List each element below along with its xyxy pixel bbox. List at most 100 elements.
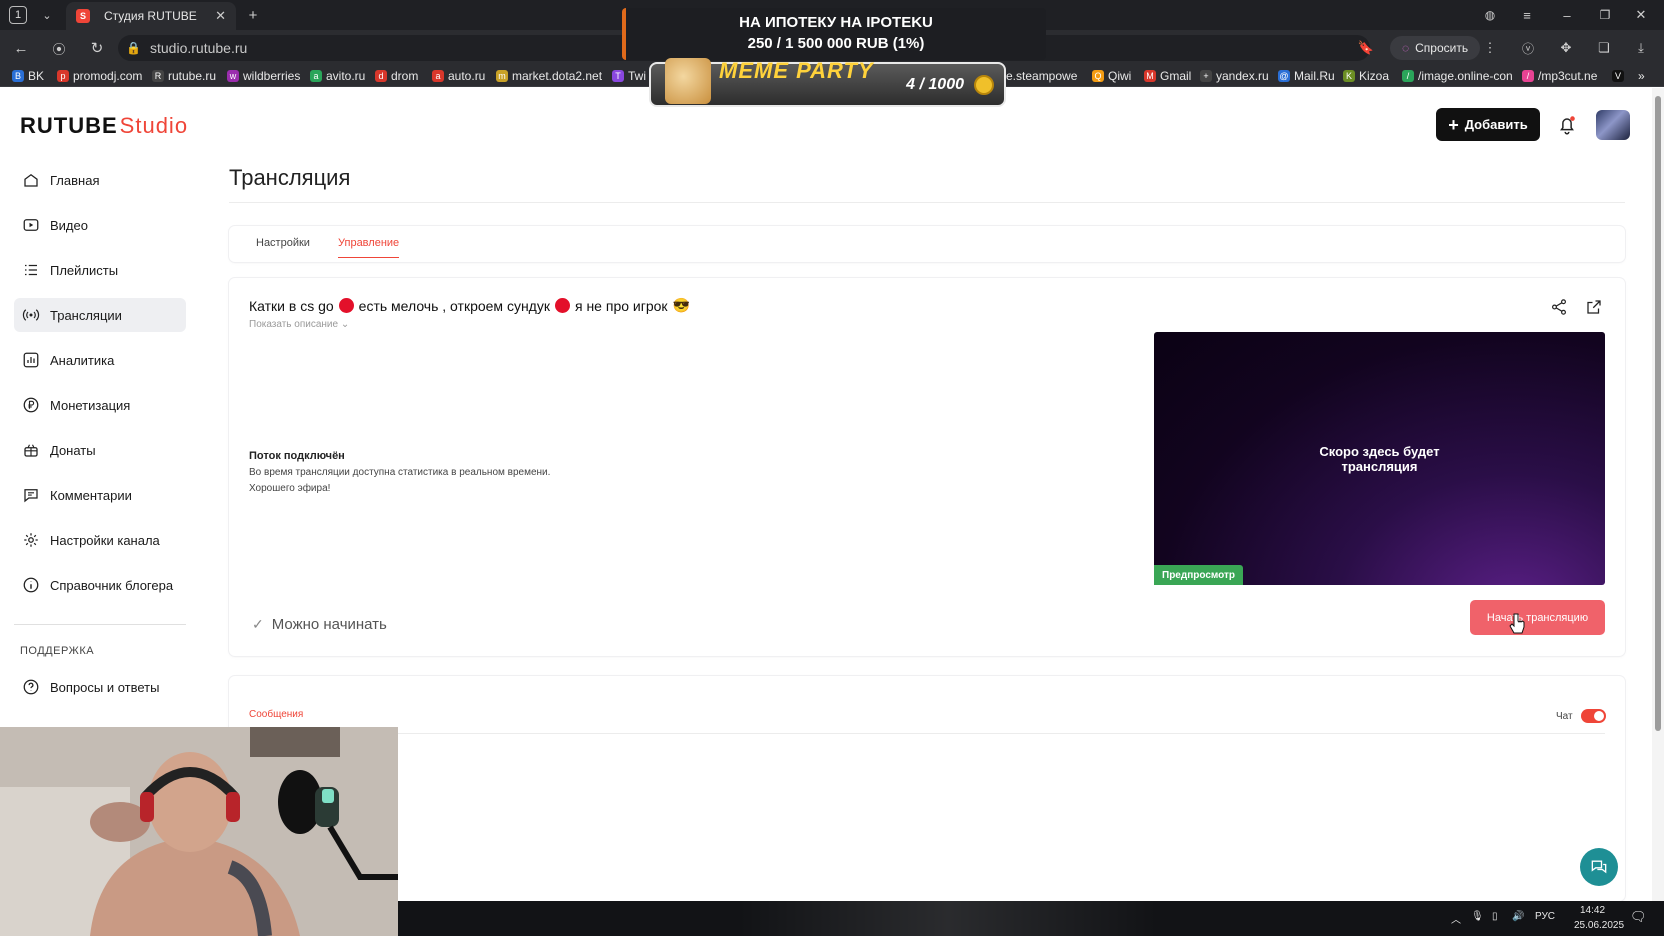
preview-placeholder-text: Скоро здесь будет <box>1319 443 1440 459</box>
bookmark-item[interactable]: B BK <box>12 67 44 85</box>
tab-list-chevron-icon[interactable]: ⌄ <box>36 4 58 26</box>
webcam-person-image <box>0 727 398 936</box>
bookmark-item[interactable]: //image.online-con <box>1402 67 1513 85</box>
new-tab-plus-icon[interactable]: + <box>242 4 264 26</box>
sidebar-item-label: Донаты <box>50 442 96 458</box>
tab-management[interactable]: Управление <box>338 237 400 258</box>
bookmark-item[interactable]: //mp3cut.ne <box>1522 67 1597 85</box>
reload-icon[interactable]: ↻ <box>86 37 108 59</box>
sidebar-item-broadcasts[interactable]: Трансляции <box>14 298 186 332</box>
bookmark-item[interactable]: e.steampowe <box>1006 67 1077 85</box>
forward-icon[interactable]: ⦿ <box>48 37 70 59</box>
check-icon: ✓ <box>252 616 264 632</box>
scrollbar-thumb[interactable] <box>1655 96 1661 731</box>
browser-tab-active[interactable]: S Студия RUTUBE ✕ <box>66 2 236 30</box>
tab-title: Студия RUTUBE <box>104 9 197 23</box>
language-indicator[interactable]: РУС <box>1535 911 1555 922</box>
bookmark-icon[interactable]: 🔖 <box>1355 37 1377 59</box>
mouse-cursor-icon <box>1509 613 1525 634</box>
download-icon[interactable]: ⤓ <box>1630 37 1652 59</box>
tray-chevron-icon[interactable]: ︿ <box>1451 911 1461 926</box>
donation-goal-overlay: НА ИПОТЕКУ НА IPOTEKU 250 / 1 500 000 RU… <box>622 8 1046 60</box>
tab-settings[interactable]: Настройки <box>256 237 310 249</box>
sidebar-item-blogger-guide[interactable]: Справочник блогера <box>14 568 186 602</box>
vk-bookmark-icon[interactable]: V <box>1612 67 1624 85</box>
bookmark-item[interactable]: w wildberries <box>227 67 300 85</box>
close-window-icon[interactable]: ✕ <box>1630 4 1652 26</box>
back-arrow-icon[interactable]: ← <box>10 37 32 59</box>
title-divider <box>229 202 1625 203</box>
bookmark-item[interactable]: a avito.ru <box>310 67 365 85</box>
video-icon <box>23 219 39 231</box>
microphone-icon[interactable]: 🎙 <box>1471 911 1484 922</box>
notifications-icon[interactable]: 🗨 <box>1630 909 1647 925</box>
ruble-icon <box>23 397 39 413</box>
close-tab-icon[interactable]: ✕ <box>215 8 226 24</box>
bookmark-item[interactable]: T Twi <box>612 67 646 85</box>
gear-icon <box>24 533 38 547</box>
sidebar-item-label: Настройки канала <box>50 532 160 548</box>
sidebar-item-label: Аналитика <box>50 352 115 368</box>
bookmark-item[interactable]: K Kizoa <box>1343 67 1389 85</box>
sidebar-item-channel-settings[interactable]: Настройки канала <box>14 523 186 557</box>
bookmark-item[interactable]: Q Qiwi <box>1092 67 1131 85</box>
puzzle-icon[interactable]: ✥ <box>1555 37 1577 59</box>
ask-ai-button[interactable]: ◌ Спросить <box>1390 36 1481 60</box>
menu-lines-icon[interactable]: ≡ <box>1516 4 1538 26</box>
rutube-studio-logo[interactable]: RUTUBEStudio <box>20 113 188 139</box>
info-icon <box>23 577 39 593</box>
tab-counter[interactable]: 1 <box>9 6 27 24</box>
sidebar-item-donations[interactable]: Донаты <box>14 433 186 467</box>
donation-goal-title: НА ИПОТЕКУ НА IPOTEKU <box>739 14 933 31</box>
more-bookmarks-chevron-icon[interactable]: » <box>1638 67 1645 85</box>
restore-icon[interactable]: ❐ <box>1594 4 1616 26</box>
sidebar-item-home[interactable]: Главная <box>14 163 186 197</box>
bookmark-item[interactable]: p promodj.com <box>57 67 142 85</box>
webcam-overlay <box>0 727 398 936</box>
minimize-icon[interactable]: – <box>1556 4 1578 26</box>
page-title: Трансляция <box>229 165 351 190</box>
battery-icon[interactable]: ▯ <box>1492 911 1498 922</box>
show-description-toggle[interactable]: Показать описание ⌄ <box>249 319 349 330</box>
donation-goal-progress: 250 / 1 500 000 RUB (1%) <box>747 35 925 52</box>
bookmark-item[interactable]: + yandex.ru <box>1200 67 1269 85</box>
ready-status-text: Можно начинать <box>271 616 387 633</box>
clock-date[interactable]: 25.06.2025 <box>1574 920 1624 931</box>
sidebar-item-playlists[interactable]: Плейлисты <box>14 253 186 287</box>
sidebar-item-analytics[interactable]: Аналитика <box>14 343 186 377</box>
extensions-globe-icon[interactable]: ◍ <box>1479 4 1501 26</box>
bookmark-item[interactable]: Rrutube.ru <box>152 67 216 85</box>
avatar[interactable] <box>1596 110 1630 140</box>
tabs-card <box>229 226 1625 262</box>
lock-icon: 🔒 <box>126 41 141 55</box>
bookmark-item[interactable]: @ Mail.Ru <box>1278 67 1335 85</box>
more-vertical-icon[interactable]: ⋮ <box>1479 37 1501 59</box>
bookmark-item[interactable]: M Gmail <box>1144 67 1191 85</box>
sidebar-item-faq[interactable]: Вопросы и ответы <box>14 670 186 704</box>
question-icon <box>23 679 39 695</box>
sidebar-divider <box>14 624 186 625</box>
bookmark-item[interactable]: m market.dota2.net <box>496 67 602 85</box>
sidebar-item-video[interactable]: Видео <box>14 208 186 242</box>
chat-bubbles-icon <box>1591 860 1607 874</box>
add-button[interactable]: + Добавить <box>1436 108 1540 141</box>
stream-title-part: есть мелочь , откроем сундук <box>358 297 550 314</box>
bookmark-item[interactable]: d drom <box>375 67 418 85</box>
vk-extension-icon[interactable]: ⓥ <box>1517 37 1539 59</box>
stream-title: Катки в cs go есть мелочь , откроем сунд… <box>249 297 690 314</box>
sidebar-item-monetization[interactable]: Монетизация <box>14 388 186 422</box>
doge-image <box>665 58 711 104</box>
open-external-icon[interactable] <box>1585 298 1603 316</box>
share-icon[interactable] <box>1550 298 1568 316</box>
volume-icon[interactable]: 🔊 <box>1512 911 1524 922</box>
clock-time[interactable]: 14:42 <box>1580 905 1605 916</box>
chat-toggle[interactable] <box>1581 709 1606 723</box>
collections-icon[interactable]: ❏ <box>1593 37 1615 59</box>
notification-bell-icon[interactable] <box>1556 114 1578 136</box>
bookmark-item[interactable]: a auto.ru <box>432 67 485 85</box>
start-broadcast-button[interactable]: Начать трансляцию <box>1470 600 1605 635</box>
support-chat-button[interactable] <box>1580 848 1618 886</box>
plus-icon: + <box>1448 114 1459 135</box>
sidebar-item-comments[interactable]: Комментарии <box>14 478 186 512</box>
coin-icon <box>974 75 994 95</box>
